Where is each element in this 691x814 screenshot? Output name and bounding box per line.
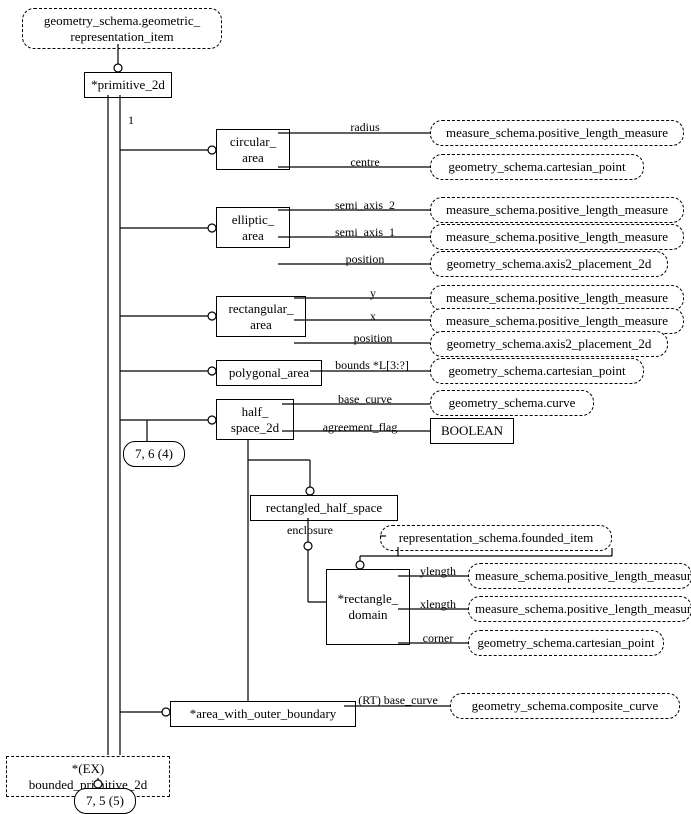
- target-plm-5: measure_schema.positive_length_measure: [430, 308, 684, 334]
- target-plm-4: measure_schema.positive_length_measure: [430, 285, 684, 311]
- label: geometry_schema.cartesian_point: [477, 635, 654, 650]
- entity-rectangular-area: rectangular_ area: [216, 296, 306, 337]
- attr-position-1: position: [311, 252, 419, 267]
- entity-circular-area: circular_ area: [216, 129, 290, 170]
- ref-7-5-5: 7, 5 (5): [74, 788, 136, 814]
- entity-half-space-2d: half_ space_2d: [216, 399, 294, 440]
- attr-position-2: position: [328, 331, 418, 346]
- label: representation_schema.founded_item: [399, 530, 594, 545]
- label: geometry_schema.cartesian_point: [448, 363, 625, 378]
- label: *rectangle_ domain: [338, 591, 399, 622]
- label: 7, 5 (5): [86, 793, 124, 808]
- target-cartesian-1: geometry_schema.cartesian_point: [430, 154, 644, 180]
- label: circular_ area: [230, 134, 276, 165]
- label: *area_with_outer_boundary: [190, 706, 337, 721]
- attr-x: x: [328, 309, 418, 324]
- label: geometry_schema.axis2_placement_2d: [447, 336, 652, 351]
- attr-corner: corner: [408, 631, 468, 646]
- entity-elliptic-area: elliptic_ area: [216, 207, 290, 248]
- attr-radius: radius: [311, 120, 419, 135]
- attr-enclosure: enclosure: [275, 523, 345, 538]
- target-plm-2: measure_schema.positive_length_measure: [430, 197, 684, 223]
- label: polygonal_area: [229, 365, 309, 380]
- target-plm-6: measure_schema.positive_length_measure: [468, 563, 691, 589]
- label: BOOLEAN: [441, 423, 503, 438]
- label: measure_schema.positive_length_measure: [475, 568, 691, 583]
- target-cartesian-2: geometry_schema.cartesian_point: [430, 358, 644, 384]
- target-plm-1: measure_schema.positive_length_measure: [430, 120, 684, 146]
- attr-centre: centre: [311, 155, 419, 170]
- target-founded-item: representation_schema.founded_item: [380, 525, 612, 551]
- label: geometry_schema.composite_curve: [472, 698, 659, 713]
- target-axis2-1: geometry_schema.axis2_placement_2d: [430, 251, 668, 277]
- attr-semi-axis-1: semi_axis_1: [311, 225, 419, 240]
- entity-area-with-outer-boundary: *area_with_outer_boundary: [170, 701, 356, 727]
- target-composite-curve: geometry_schema.composite_curve: [450, 693, 680, 719]
- label: geometry_schema.geometric_ representatio…: [44, 13, 200, 44]
- label: measure_schema.positive_length_measure: [475, 601, 691, 616]
- ref-7-6-4: 7, 6 (4): [123, 441, 185, 467]
- label: half_ space_2d: [231, 404, 279, 435]
- attr-y: y: [328, 286, 418, 301]
- entity-rectangle-domain: *rectangle_ domain: [326, 569, 410, 645]
- attr-base-curve: base_curve: [311, 392, 419, 407]
- label: geometry_schema.curve: [449, 395, 576, 410]
- entity-polygonal-area: polygonal_area: [216, 360, 322, 386]
- label: measure_schema.positive_length_measure: [446, 290, 668, 305]
- attr-bounds: bounds *L[3:?]: [318, 358, 426, 373]
- entity-geom-repr-item: geometry_schema.geometric_ representatio…: [22, 8, 222, 49]
- label: elliptic_ area: [232, 212, 275, 243]
- attr-agreement-flag: agreement_flag: [300, 420, 420, 435]
- label: rectangular_ area: [229, 301, 294, 332]
- entity-primitive-2d: *primitive_2d: [84, 72, 172, 98]
- label: geometry_schema.axis2_placement_2d: [447, 256, 652, 271]
- label: *(EX) bounded_primitive_2d: [29, 761, 147, 792]
- attr-rt-base-curve: (RT) base_curve: [348, 693, 448, 708]
- label: *primitive_2d: [91, 77, 165, 92]
- target-curve: geometry_schema.curve: [430, 390, 594, 416]
- target-boolean: BOOLEAN: [430, 418, 514, 444]
- label: measure_schema.positive_length_measure: [446, 229, 668, 244]
- label: measure_schema.positive_length_measure: [446, 125, 668, 140]
- attr-semi-axis-2: semi_axis_2: [311, 198, 419, 213]
- target-cartesian-3: geometry_schema.cartesian_point: [468, 630, 664, 656]
- target-axis2-2: geometry_schema.axis2_placement_2d: [430, 331, 668, 357]
- label: measure_schema.positive_length_measure: [446, 202, 668, 217]
- mult-one: 1: [128, 113, 134, 128]
- attr-ylength: ylength: [408, 564, 468, 579]
- label: rectangled_half_space: [266, 500, 382, 515]
- label: geometry_schema.cartesian_point: [448, 159, 625, 174]
- attr-xlength: xlength: [408, 597, 468, 612]
- entity-rectangled-half-space: rectangled_half_space: [250, 495, 398, 521]
- label: measure_schema.positive_length_measure: [446, 313, 668, 328]
- target-plm-7: measure_schema.positive_length_measure: [468, 596, 691, 622]
- label: 7, 6 (4): [135, 446, 173, 461]
- target-plm-3: measure_schema.positive_length_measure: [430, 224, 684, 250]
